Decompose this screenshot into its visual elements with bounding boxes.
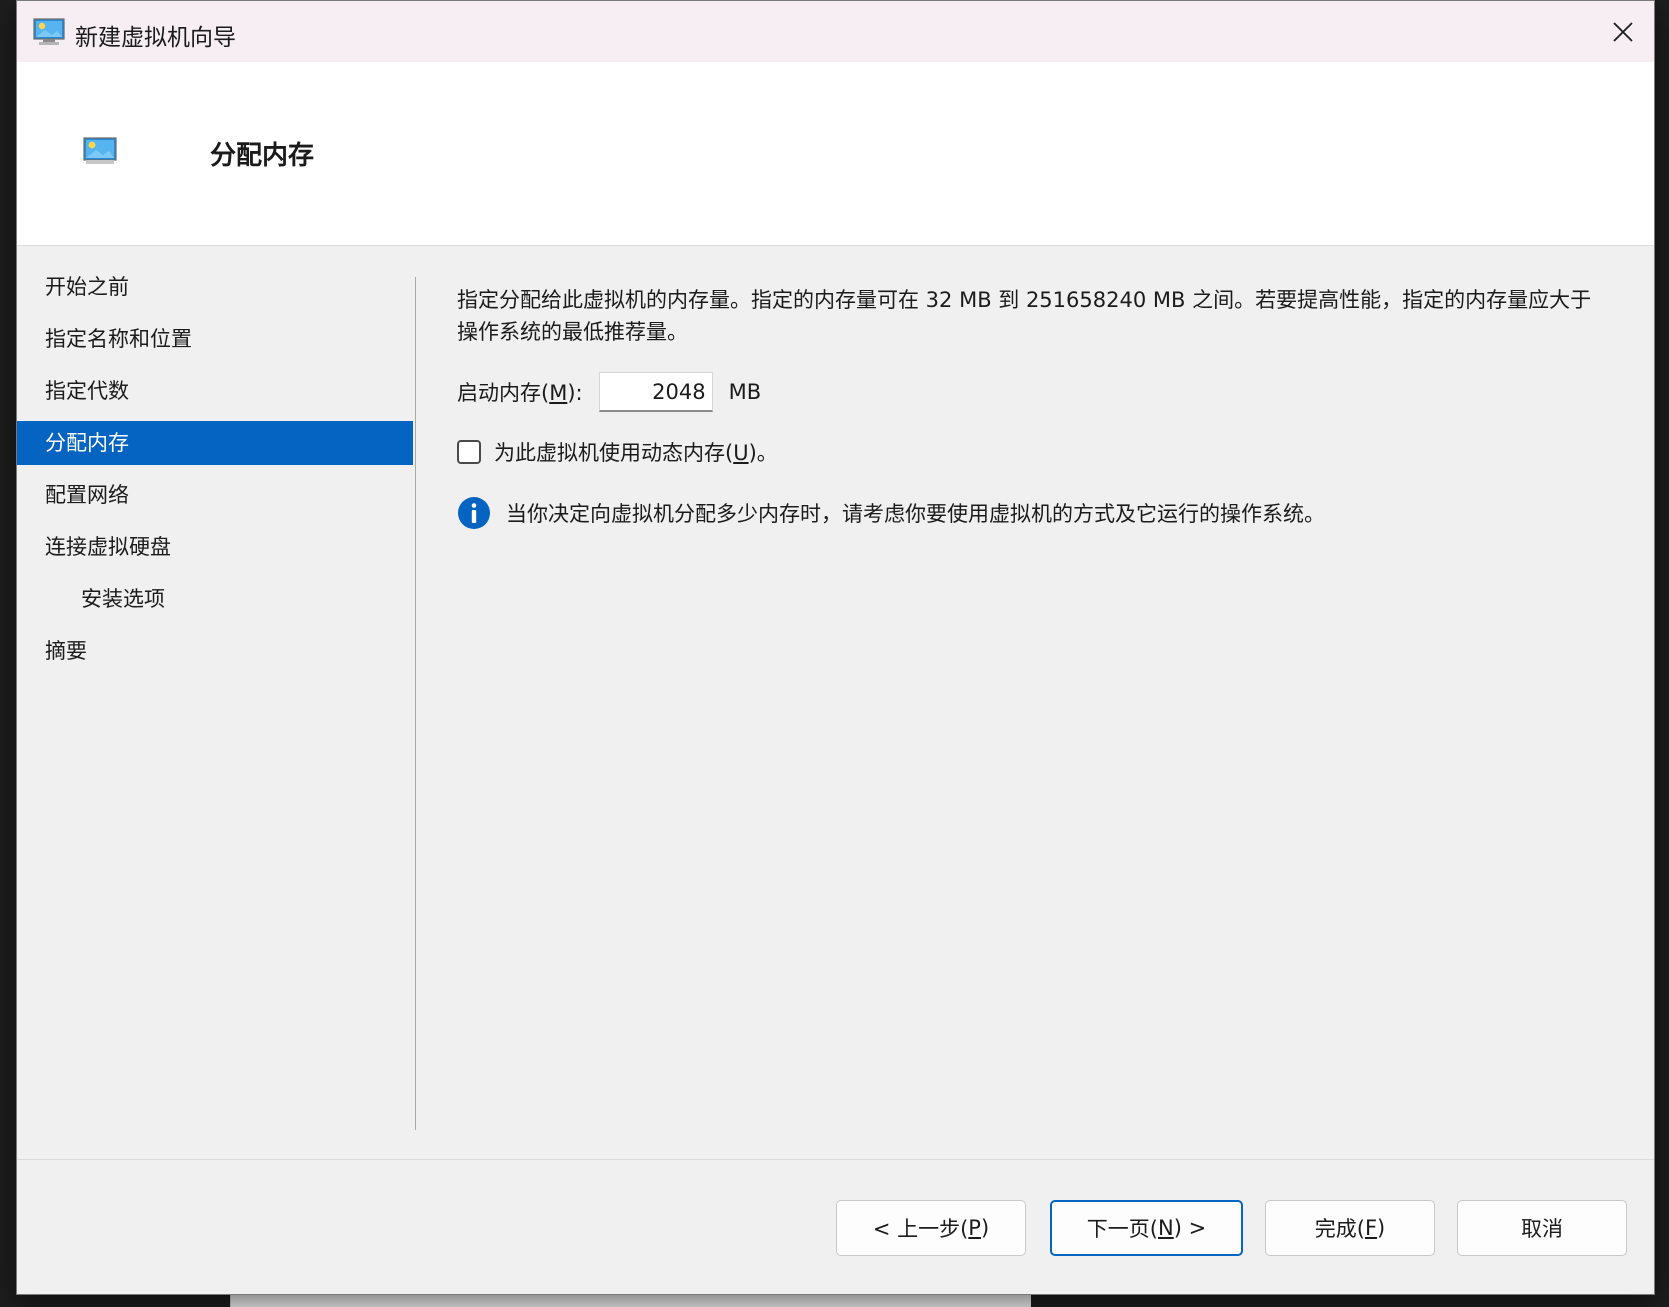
footer-divider [17, 1159, 1654, 1160]
memory-description: 指定分配给此虚拟机的内存量。指定的内存量可在 32 MB 到 251658240… [457, 288, 1592, 344]
finish-button[interactable]: 完成(F) [1265, 1200, 1435, 1256]
startup-memory-input[interactable] [598, 372, 713, 412]
info-text: 当你决定向虚拟机分配多少内存时，请考虑你要使用虚拟机的方式及它运行的操作系统。 [506, 502, 1325, 526]
cancel-button[interactable]: 取消 [1457, 1200, 1627, 1256]
close-button[interactable] [1592, 1, 1654, 62]
nav-step-summary[interactable]: 摘要 [17, 629, 413, 673]
memory-unit-label: MB [728, 380, 762, 404]
dynamic-memory-label[interactable]: 为此虚拟机使用动态内存(U)。 [494, 437, 778, 467]
title-bar[interactable]: 新建虚拟机向导 [17, 1, 1654, 62]
close-icon [1613, 21, 1633, 42]
virtual-machine-icon [33, 18, 65, 45]
nav-step-installation-options[interactable]: 安装选项 [17, 577, 413, 621]
info-icon [458, 497, 490, 529]
info-note: 当你决定向虚拟机分配多少内存时，请考虑你要使用虚拟机的方式及它运行的操作系统。 [457, 496, 1325, 530]
wizard-header: 分配内存 [17, 62, 1654, 246]
new-vm-wizard-dialog: 新建虚拟机向导 分配内存 开始之前 指定名称和位置 指定代数 分配内存 配置网络… [16, 0, 1655, 1295]
nav-divider [415, 277, 416, 1130]
dynamic-memory-row[interactable]: 为此虚拟机使用动态内存(U)。 [457, 437, 778, 467]
nav-step-generation[interactable]: 指定代数 [17, 369, 413, 413]
next-button[interactable]: 下一页(N) > [1050, 1200, 1243, 1256]
startup-memory-label: 启动内存(M): [457, 381, 583, 405]
startup-memory-row: 启动内存(M): MB [457, 372, 761, 412]
nav-step-assign-memory[interactable]: 分配内存 [17, 421, 413, 465]
memory-settings-panel: 指定分配给此虚拟机的内存量。指定的内存量可在 32 MB 到 251658240… [457, 284, 1608, 529]
dynamic-memory-checkbox[interactable] [457, 440, 481, 464]
page-title: 分配内存 [210, 141, 315, 171]
previous-button[interactable]: < 上一步(P) [836, 1200, 1026, 1256]
nav-step-configure-network[interactable]: 配置网络 [17, 473, 413, 517]
nav-step-before-you-begin[interactable]: 开始之前 [17, 265, 413, 309]
wizard-step-nav: 开始之前 指定名称和位置 指定代数 分配内存 配置网络 连接虚拟硬盘 安装选项 … [17, 265, 413, 681]
window-title: 新建虚拟机向导 [75, 25, 236, 51]
nav-step-name-and-location[interactable]: 指定名称和位置 [17, 317, 413, 361]
memory-page-icon [83, 137, 117, 164]
nav-step-connect-virtual-disk[interactable]: 连接虚拟硬盘 [17, 525, 413, 569]
